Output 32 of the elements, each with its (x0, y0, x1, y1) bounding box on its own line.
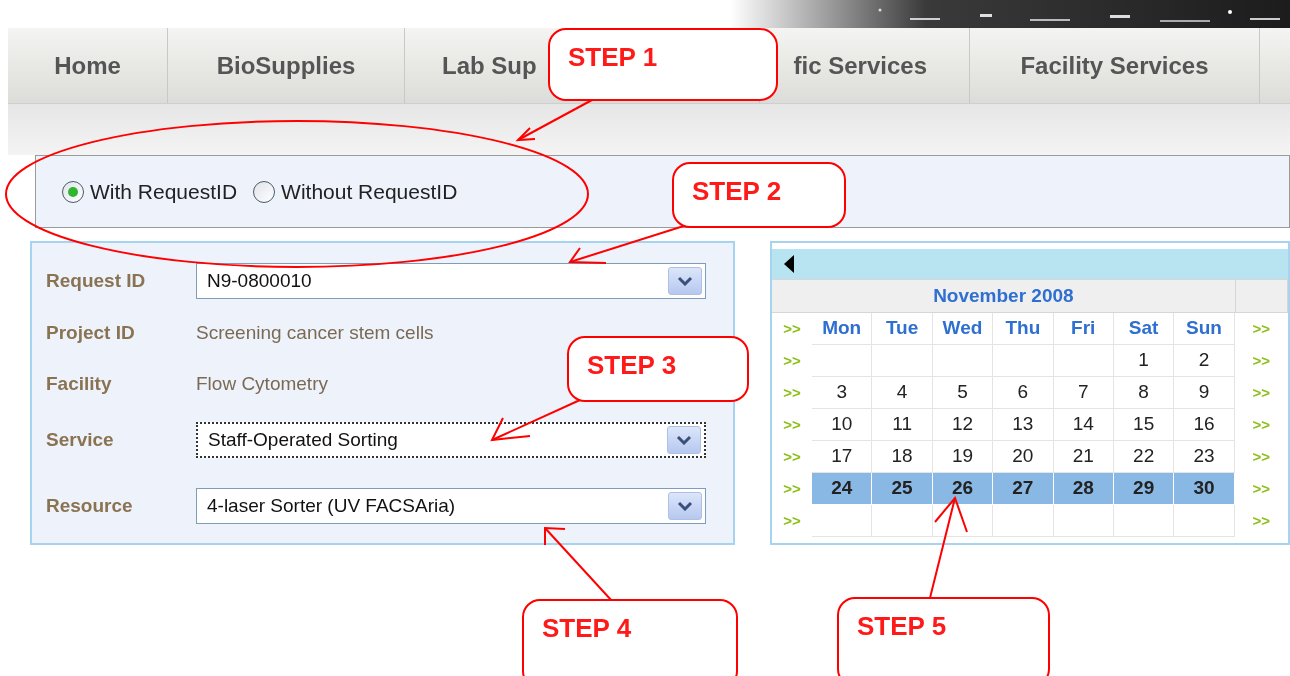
dropdown-button[interactable] (667, 426, 701, 454)
nav-tab[interactable]: fic Services (793, 47, 927, 84)
nav-tab[interactable]: Home (54, 47, 121, 84)
step-label: STEP 3 (587, 352, 678, 378)
field-label: Request ID (46, 268, 147, 293)
radio-label[interactable]: With RequestID (90, 175, 238, 208)
step-label: STEP 4 (542, 615, 633, 641)
radio-button[interactable] (253, 180, 276, 203)
field-label: Facility (46, 371, 113, 396)
chevron-down-icon (676, 435, 692, 445)
nav-tab[interactable]: Lab Sup (442, 47, 537, 84)
radio-label[interactable]: Without RequestID (281, 175, 458, 208)
nav-tab[interactable]: Facility Services (1020, 47, 1209, 84)
step-label: STEP 2 (692, 178, 783, 204)
step-label: STEP 5 (857, 613, 948, 639)
radio-button[interactable] (62, 180, 84, 203)
chevron-down-icon (677, 501, 693, 511)
month-title: November 2008 (933, 283, 1074, 308)
step-label: STEP 1 (568, 44, 659, 70)
field-label: Resource (46, 493, 134, 518)
previous-arrow-icon[interactable] (784, 255, 794, 273)
dropdown-field[interactable]: Staff-Operated Sorting (196, 422, 706, 458)
dropdown-button[interactable] (668, 267, 702, 295)
field-value: Flow Cytometry (196, 371, 328, 396)
chevron-down-icon (677, 276, 693, 286)
field-value: Screening cancer stem cells (196, 320, 434, 345)
field-label: Project ID (46, 320, 136, 345)
field-label: Service (46, 427, 115, 452)
dropdown-button[interactable] (668, 492, 702, 520)
dropdown-field[interactable]: 4-laser Sorter (UV FACSAria) (196, 488, 706, 524)
dropdown-field[interactable]: N9-0800010 (196, 263, 706, 299)
nav-tab[interactable]: BioSupplies (216, 47, 356, 84)
